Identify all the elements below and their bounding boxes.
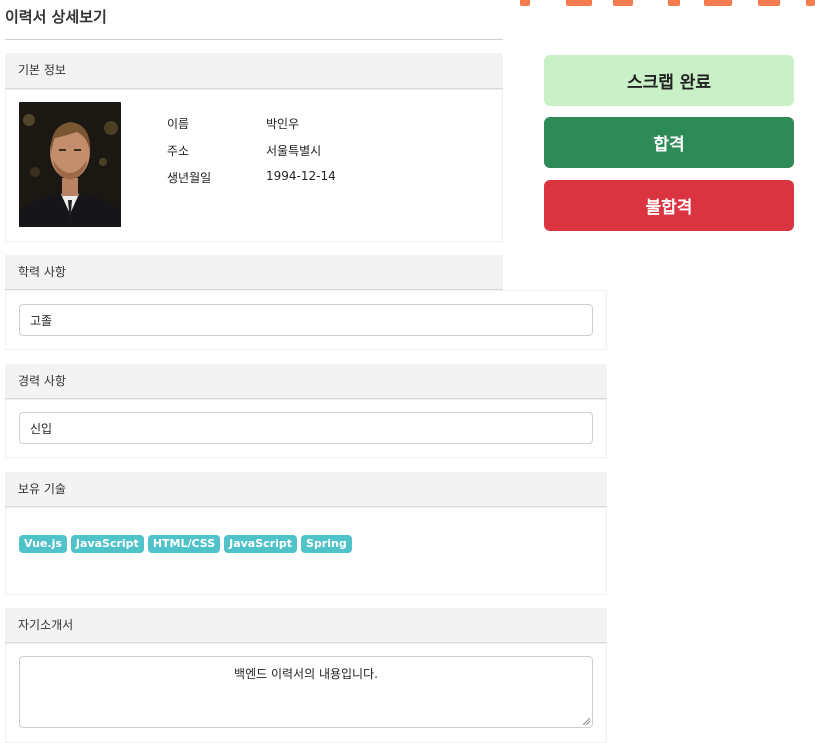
skill-badge: JavaScript (70, 535, 144, 553)
skill-badge: HTML/CSS (147, 535, 221, 553)
page-title: 이력서 상세보기 (5, 8, 107, 26)
career-header: 경력 사항 (5, 364, 607, 399)
name-value: 박인우 (266, 117, 300, 131)
resize-grip-icon[interactable] (583, 718, 590, 725)
skill-badge: Vue.js (19, 535, 67, 553)
education-title: 학력 사항 (18, 265, 66, 279)
address-value: 서울특별시 (266, 144, 322, 158)
basic-info-title: 기본 정보 (18, 63, 66, 77)
introduction-title: 자기소개서 (18, 618, 74, 632)
skills-header: 보유 기술 (5, 472, 607, 507)
address-label: 주소 (167, 144, 190, 158)
pass-button[interactable]: 합격 (544, 117, 794, 168)
fail-button[interactable]: 불합격 (544, 180, 794, 231)
skills-list: Vue.js JavaScript HTML/CSS JavaScript Sp… (19, 535, 352, 553)
name-label: 이름 (167, 117, 190, 131)
basic-info-header: 기본 정보 (5, 53, 503, 89)
skill-badge: Spring (301, 535, 352, 553)
career-title: 경력 사항 (18, 374, 66, 388)
skill-badge: JavaScript (224, 535, 298, 553)
skills-title: 보유 기술 (18, 482, 66, 496)
top-decoration (508, 0, 815, 12)
introduction-textarea[interactable]: 백엔드 이력서의 내용입니다. (19, 656, 593, 728)
introduction-header: 자기소개서 (5, 608, 607, 643)
education-field[interactable]: 고졸 (19, 304, 593, 336)
title-divider (5, 39, 503, 40)
profile-photo (19, 102, 121, 227)
birthdate-value: 1994-12-14 (266, 169, 336, 183)
introduction-text: 백엔드 이력서의 내용입니다. (234, 667, 378, 681)
career-field[interactable]: 신입 (19, 412, 593, 444)
education-header: 학력 사항 (5, 255, 503, 290)
birthdate-label: 생년월일 (167, 171, 212, 185)
scrap-button[interactable]: 스크랩 완료 (544, 55, 794, 106)
